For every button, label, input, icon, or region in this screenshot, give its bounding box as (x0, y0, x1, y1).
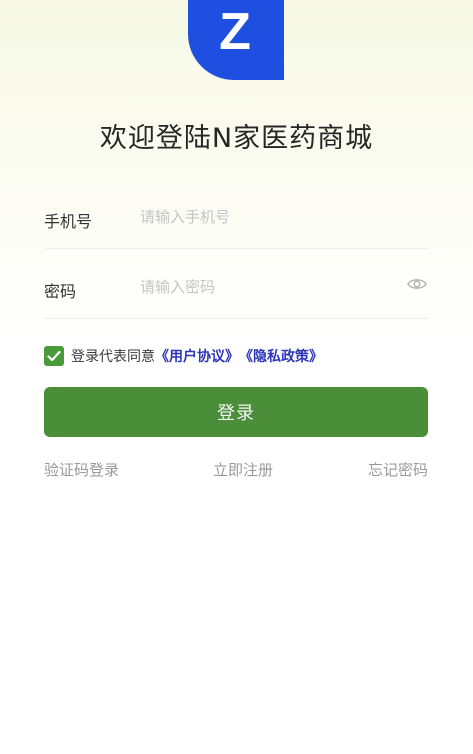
eye-icon[interactable] (407, 276, 427, 292)
agreement-checkbox[interactable] (44, 346, 64, 366)
app-logo: Z (188, 0, 284, 80)
logo-graphic: Z (188, 0, 284, 80)
sms-login-link[interactable]: 验证码登录 (44, 459, 119, 480)
password-input[interactable] (140, 274, 390, 300)
forgot-password-link[interactable]: 忘记密码 (368, 459, 428, 480)
user-agreement-link[interactable]: 《用户协议》 (155, 346, 239, 366)
check-icon (47, 350, 61, 362)
password-label: 密码 (44, 282, 77, 301)
phone-row: 手机号 (44, 188, 429, 249)
phone-input[interactable] (140, 204, 390, 230)
register-link[interactable]: 立即注册 (213, 459, 273, 480)
privacy-policy-link[interactable]: 《隐私政策》 (239, 346, 323, 366)
logo-letter: Z (219, 3, 251, 61)
agreement-row: 登录代表同意 《用户协议》 《隐私政策》 (44, 345, 323, 367)
login-button[interactable]: 登录 (44, 387, 428, 437)
page-title: 欢迎登陆N家医药商城 (99, 123, 374, 154)
password-row: 密码 (44, 258, 429, 319)
phone-label: 手机号 (44, 212, 93, 231)
agreement-text: 登录代表同意 (71, 349, 155, 365)
